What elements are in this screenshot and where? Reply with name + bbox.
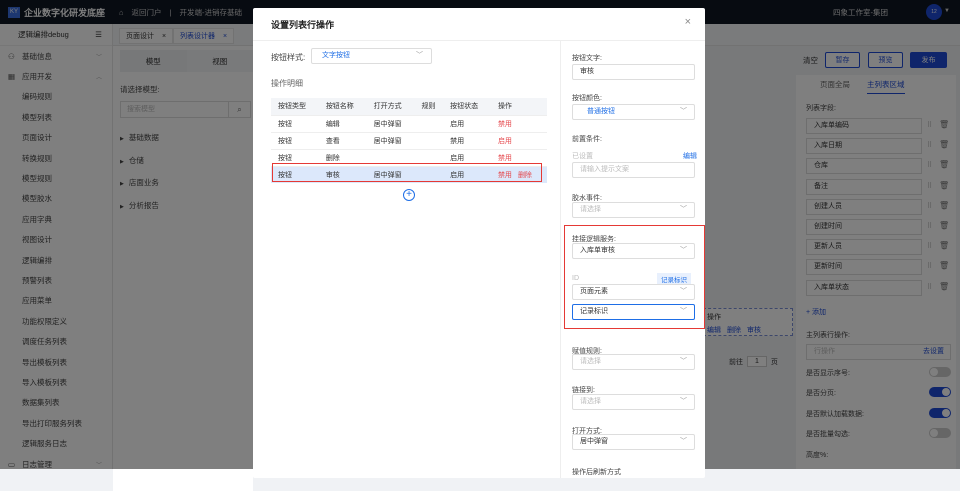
cell-rule <box>414 165 444 183</box>
cell-open: 居中弹窗 <box>366 114 415 132</box>
row-ops-modal: 设置列表行操作 × 按钮样式: 文字按钮 ﹀ 操作明细 按钮类型 按钮名称 打开方式规… <box>253 8 705 478</box>
cell-type: 按钮 <box>271 165 319 183</box>
cell-type: 按钮 <box>271 114 319 132</box>
id-source-select[interactable]: 页面元素 ﹀ <box>572 284 695 300</box>
toggle-status-link[interactable]: 禁用 <box>498 121 512 128</box>
chevron-down-icon: ﹀ <box>680 247 687 254</box>
table-row: 按钮 编辑 居中弹窗 启用 禁用 <box>271 114 547 132</box>
logic-service-select[interactable]: 入库单审核 ﹀ <box>572 243 695 259</box>
cell-rule <box>414 131 444 149</box>
button-color-select[interactable]: 普通按钮 ﹀ <box>572 104 695 120</box>
edit-precondition-link[interactable]: 编辑 <box>683 151 697 161</box>
id-label: ID <box>572 275 579 282</box>
table-row: 按钮 查看 居中弹窗 禁用 启用 <box>271 131 547 149</box>
cell-status: 启用 <box>443 165 491 183</box>
select-value: 普通按钮 <box>587 108 615 115</box>
cell-name: 查看 <box>318 131 367 149</box>
link-to-select[interactable]: 请选择 ﹀ <box>572 394 695 410</box>
cell-name: 审核 <box>318 165 367 183</box>
button-config-form: 按钮文字: 审核 按钮颜色: 普通按钮 ﹀ 前置条件: 已设置 编辑 请输入提示文… <box>560 41 705 478</box>
id-field-select[interactable]: 记录标识 ﹀ <box>572 304 695 320</box>
toggle-status-link[interactable]: 禁用 <box>498 172 512 179</box>
button-color-label: 按钮颜色: <box>572 95 602 102</box>
cell-status: 禁用 <box>443 131 491 149</box>
select-placeholder: 请选择 <box>580 206 601 213</box>
column-header: 按钮类型 <box>271 98 319 115</box>
chevron-down-icon: ﹀ <box>680 358 687 365</box>
precondition-label: 前置条件: <box>572 136 602 143</box>
prompt-text-input[interactable]: 请输入提示文案 <box>572 162 695 178</box>
column-header: 规则 <box>414 98 444 115</box>
chevron-down-icon: ﹀ <box>680 288 687 295</box>
select-placeholder: 请选择 <box>580 398 601 405</box>
chevron-down-icon: ﹀ <box>680 206 687 213</box>
add-row-icon[interactable]: + <box>403 189 415 201</box>
table-row: 按钮 删除 启用 禁用 <box>271 148 547 166</box>
cell-type: 按钮 <box>271 131 319 149</box>
toggle-status-link[interactable]: 启用 <box>498 138 512 145</box>
cell-rule <box>414 114 444 132</box>
cell-status: 启用 <box>443 148 491 166</box>
cell-actions: 启用 <box>490 131 547 149</box>
button-text-input[interactable]: 审核 <box>572 64 695 80</box>
button-style-select[interactable]: 文字按钮 ﹀ <box>311 48 432 64</box>
ops-table: 按钮类型 按钮名称 打开方式 规则 按钮状态 操作 按钮 编辑 居中弹窗 启用 禁用 按钮 查看 居中弹窗… <box>271 98 547 183</box>
chevron-down-icon: ﹀ <box>680 438 687 445</box>
cell-open: 居中弹窗 <box>366 131 415 149</box>
chevron-down-icon: ﹀ <box>680 398 687 405</box>
select-value: 居中弹窗 <box>580 438 608 445</box>
select-value: 入库单审核 <box>580 247 615 254</box>
cell-name: 编辑 <box>318 114 367 132</box>
select-value: 文字按钮 <box>322 52 350 59</box>
cell-actions: 禁用 <box>490 148 547 166</box>
column-header: 按钮状态 <box>443 98 491 115</box>
button-style-label: 按钮样式: <box>271 53 306 62</box>
cell-actions: 禁用 <box>490 114 547 132</box>
modal-title: 设置列表行操作 <box>271 20 335 30</box>
cell-open: 居中弹窗 <box>366 165 415 183</box>
cell-status: 启用 <box>443 114 491 132</box>
column-header: 打开方式 <box>366 98 415 115</box>
chevron-down-icon: ﹀ <box>680 108 687 115</box>
select-value: 页面元素 <box>580 288 608 295</box>
close-icon[interactable]: × <box>685 16 691 28</box>
assign-rule-select[interactable]: 请选择 ﹀ <box>572 354 695 370</box>
detail-label: 操作明细 <box>271 79 303 88</box>
cell-actions: 禁用 删除 <box>490 165 547 183</box>
cell-name: 删除 <box>318 148 367 166</box>
cell-type: 按钮 <box>271 148 319 166</box>
cell-open <box>366 148 415 166</box>
button-text-label: 按钮文字: <box>572 55 602 62</box>
column-header: 操作 <box>490 98 547 115</box>
glue-event-select[interactable]: 请选择 ﹀ <box>572 202 695 218</box>
precondition-status: 已设置 <box>572 153 593 160</box>
select-placeholder: 请选择 <box>580 358 601 365</box>
table-row: 按钮 审核 居中弹窗 启用 禁用 删除 <box>271 165 547 183</box>
chevron-down-icon: ﹀ <box>416 52 423 59</box>
open-mode-select[interactable]: 居中弹窗 ﹀ <box>572 434 695 450</box>
cell-rule <box>414 148 444 166</box>
column-header: 按钮名称 <box>318 98 367 115</box>
toggle-status-link[interactable]: 禁用 <box>498 155 512 162</box>
chevron-down-icon: ﹀ <box>680 308 687 315</box>
delete-link[interactable]: 删除 <box>518 172 532 179</box>
select-value: 记录标识 <box>580 308 608 315</box>
